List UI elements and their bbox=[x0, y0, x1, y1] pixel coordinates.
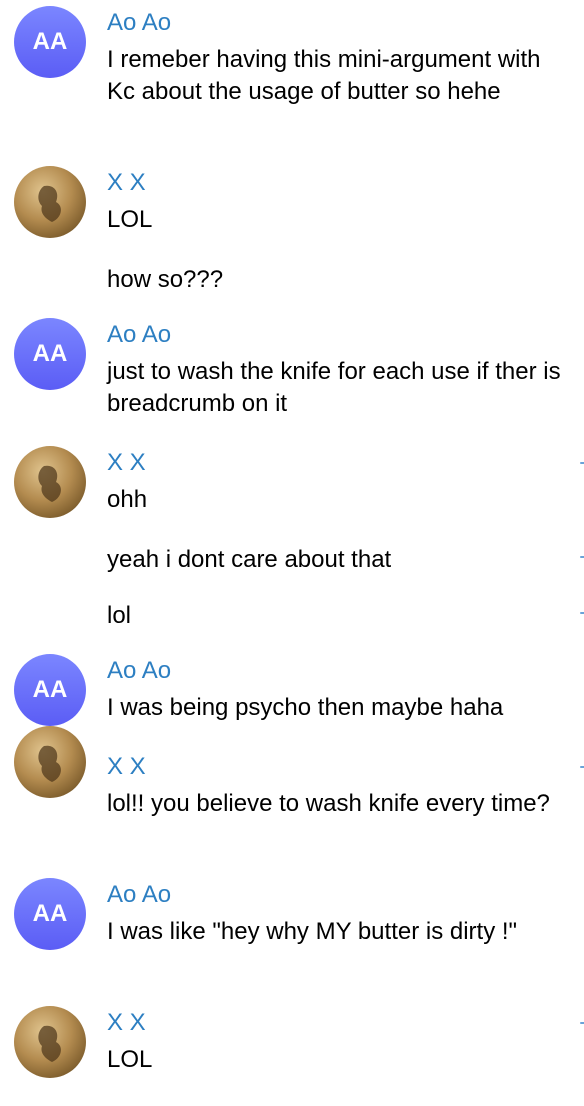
read-receipt-icon bbox=[580, 1022, 584, 1024]
message-text[interactable]: just to wash the knife for each use if t… bbox=[107, 356, 567, 420]
avatar[interactable]: AA bbox=[14, 6, 86, 78]
avatar[interactable]: AA bbox=[14, 318, 86, 390]
sender-name[interactable]: X X bbox=[107, 752, 146, 782]
avatar[interactable] bbox=[14, 166, 86, 238]
message-text[interactable]: yeah i dont care about that bbox=[107, 544, 567, 576]
avatar[interactable] bbox=[14, 446, 86, 518]
message-text[interactable]: lol!! you believe to wash knife every ti… bbox=[107, 788, 567, 820]
message-text[interactable]: ohh bbox=[107, 484, 567, 516]
avatar[interactable] bbox=[14, 1006, 86, 1078]
sender-name[interactable]: Ao Ao bbox=[107, 656, 171, 686]
sender-name[interactable]: Ao Ao bbox=[107, 880, 171, 910]
sender-name[interactable]: X X bbox=[107, 1008, 146, 1038]
message-text[interactable]: lol bbox=[107, 600, 567, 632]
message-text[interactable]: LOL bbox=[107, 204, 567, 236]
sender-name[interactable]: Ao Ao bbox=[107, 320, 171, 350]
sender-name[interactable]: Ao Ao bbox=[107, 8, 171, 38]
read-receipt-icon bbox=[580, 766, 584, 768]
photo-avatar-icon bbox=[38, 465, 61, 502]
message-text[interactable]: I was being psycho then maybe haha bbox=[107, 692, 567, 724]
avatar[interactable]: AA bbox=[14, 878, 86, 950]
read-receipt-icon bbox=[580, 556, 584, 558]
message-text[interactable]: I was like "hey why MY butter is dirty !… bbox=[107, 916, 567, 948]
avatar[interactable]: AA bbox=[14, 654, 86, 726]
message-text[interactable]: LOL bbox=[107, 1044, 567, 1076]
message-text[interactable]: I remeber having this mini-argument with… bbox=[107, 44, 567, 108]
photo-avatar-icon bbox=[38, 745, 61, 782]
photo-avatar-icon bbox=[38, 185, 61, 222]
message-text[interactable]: how so??? bbox=[107, 264, 567, 296]
avatar[interactable] bbox=[14, 726, 86, 798]
sender-name[interactable]: X X bbox=[107, 168, 146, 198]
read-receipt-icon bbox=[580, 612, 584, 614]
photo-avatar-icon bbox=[38, 1025, 61, 1062]
read-receipt-icon bbox=[580, 462, 584, 464]
sender-name[interactable]: X X bbox=[107, 448, 146, 478]
